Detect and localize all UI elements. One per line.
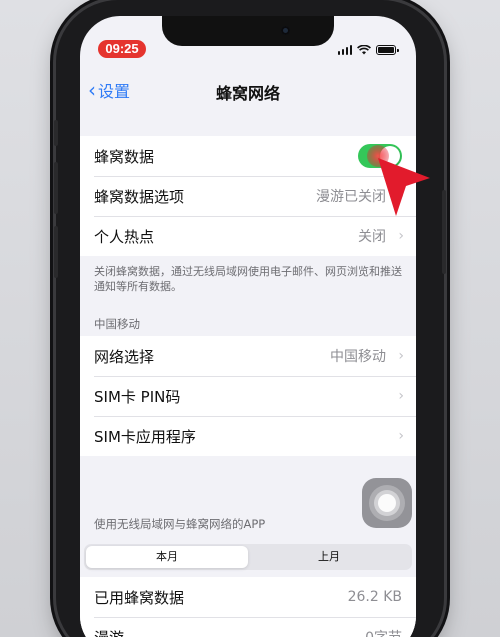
chevron-right-icon: › xyxy=(398,388,404,404)
network-selection-label: 网络选择 xyxy=(94,347,155,366)
roaming-row: 漫游 0字节 xyxy=(80,617,416,637)
silent-switch xyxy=(54,120,58,146)
apps-header: 使用无线局域网与蜂窝网络的APP xyxy=(94,517,266,531)
assistive-touch-icon[interactable] xyxy=(362,478,412,528)
usage-group: 已用蜂窝数据 26.2 KB 漫游 0字节 xyxy=(80,577,416,637)
network-selection-value: 中国移动 xyxy=(330,349,386,365)
volume-up-button xyxy=(54,162,58,214)
used-data-row: 已用蜂窝数据 26.2 KB xyxy=(80,577,416,617)
side-button xyxy=(442,190,446,274)
chevron-right-icon: › xyxy=(398,228,404,244)
screen: 09:25 ‹ 设置 蜂窝网络 蜂窝数据 蜂窝数据选项 漫游已关闭 › 个人热 xyxy=(80,16,416,637)
segment-last-month[interactable]: 上月 xyxy=(248,546,410,568)
roaming-value: 0字节 xyxy=(365,627,402,637)
status-icons xyxy=(337,44,399,56)
signal-icon xyxy=(337,45,352,55)
hotspot-value: 关闭 xyxy=(358,229,386,245)
chevron-right-icon: › xyxy=(398,428,404,444)
cellular-note: 关闭蜂窝数据，通过无线局域网使用电子邮件、网页浏览和推送通知等所有数据。 xyxy=(94,265,402,293)
sim-apps-label: SIM卡应用程序 xyxy=(94,427,196,446)
volume-down-button xyxy=(54,226,58,278)
camera xyxy=(281,26,290,35)
hotspot-row[interactable]: 个人热点 关闭 › xyxy=(80,216,416,256)
navbar: ‹ 设置 蜂窝网络 xyxy=(80,78,416,108)
network-selection-row[interactable]: 网络选择 中国移动 › xyxy=(80,336,416,376)
notch xyxy=(162,16,334,46)
hotspot-label: 个人热点 xyxy=(94,227,155,246)
carrier-group: 网络选择 中国移动 › SIM卡 PIN码 › SIM卡应用程序 › xyxy=(80,336,416,456)
sim-apps-row[interactable]: SIM卡应用程序 › xyxy=(80,416,416,456)
roaming-label: 漫游 xyxy=(94,627,124,637)
period-segmented-control: 本月 上月 xyxy=(84,544,412,570)
battery-icon xyxy=(376,45,399,55)
cellular-data-label: 蜂窝数据 xyxy=(94,147,155,166)
segment-current-month[interactable]: 本月 xyxy=(86,546,248,568)
used-data-value: 26.2 KB xyxy=(347,589,402,605)
carrier-header: 中国移动 xyxy=(94,317,140,331)
red-pointer-icon xyxy=(367,145,430,216)
used-data-label: 已用蜂窝数据 xyxy=(94,588,185,607)
sim-pin-label: SIM卡 PIN码 xyxy=(94,387,181,406)
page-title: 蜂窝网络 xyxy=(215,84,280,103)
status-time: 09:25 xyxy=(98,40,146,58)
chevron-right-icon: › xyxy=(398,348,404,364)
wifi-icon xyxy=(357,45,371,55)
sim-pin-row[interactable]: SIM卡 PIN码 › xyxy=(80,376,416,416)
cellular-options-label: 蜂窝数据选项 xyxy=(94,187,185,206)
